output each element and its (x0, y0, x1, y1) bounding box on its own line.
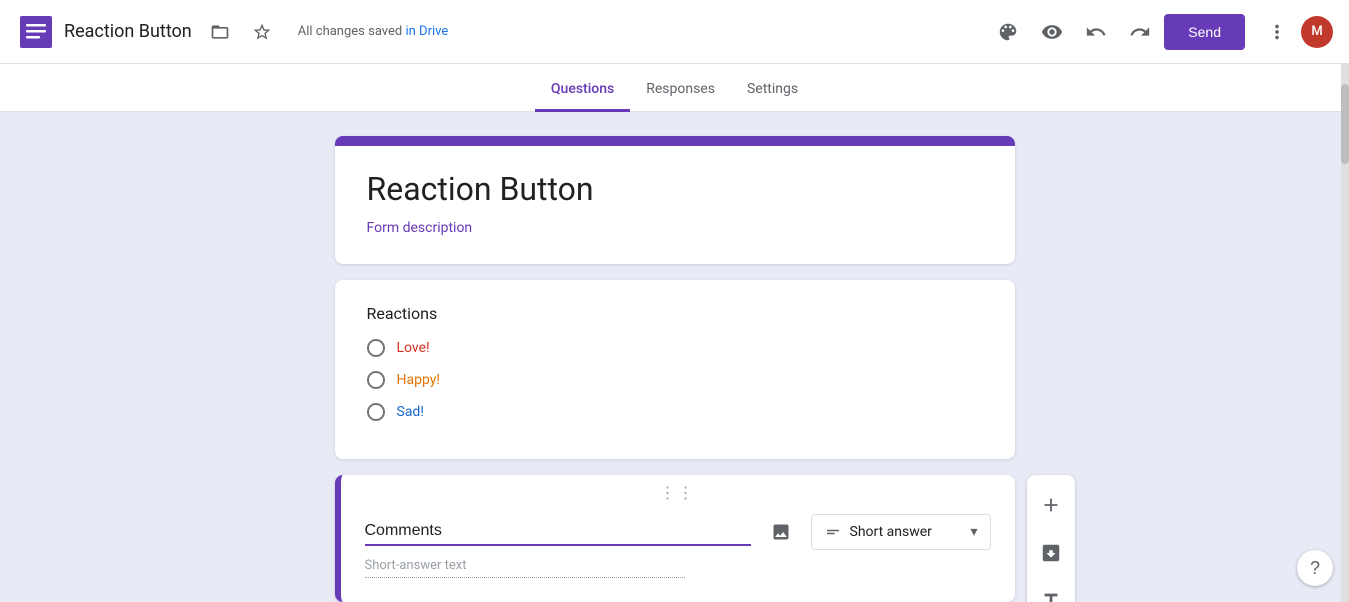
radio-happy[interactable] (367, 371, 385, 389)
scrollbar-thumb[interactable] (1341, 84, 1349, 164)
type-select-arrow-icon: ▾ (970, 524, 977, 540)
tabs-bar: Questions Responses Settings (0, 64, 1349, 112)
radio-sad[interactable] (367, 403, 385, 421)
user-avatar[interactable]: M (1301, 16, 1333, 48)
star-button[interactable] (242, 12, 282, 52)
option-happy-text: Happy! (397, 372, 440, 388)
question-input[interactable] (365, 518, 751, 546)
form-description[interactable]: Form description (367, 220, 983, 236)
scrollbar[interactable] (1341, 64, 1349, 602)
saved-status: All changes saved in Drive (298, 24, 449, 39)
comments-question-card: ⋮⋮ Short answer ▾ Short-answer text (335, 475, 1015, 602)
radio-love[interactable] (367, 339, 385, 357)
app-icon (16, 12, 56, 52)
topbar: Reaction Button All changes saved in Dri… (0, 0, 1349, 64)
add-title-button[interactable] (1027, 579, 1075, 602)
title-card: Reaction Button Form description (335, 136, 1015, 264)
option-sad-text: Sad! (397, 404, 424, 420)
option-love: Love! (367, 339, 983, 357)
type-select[interactable]: Short answer ▾ (811, 514, 991, 550)
image-upload-button[interactable] (763, 514, 799, 550)
question-row: Short answer ▾ (365, 514, 991, 550)
form-title: Reaction Button (367, 170, 983, 208)
tab-settings[interactable]: Settings (731, 81, 814, 112)
option-happy: Happy! (367, 371, 983, 389)
tab-questions[interactable]: Questions (535, 81, 630, 112)
help-button[interactable]: ? (1297, 550, 1333, 586)
right-toolbar (1027, 475, 1075, 602)
active-question-wrapper: ⋮⋮ Short answer ▾ Short-answer text (335, 475, 1015, 602)
reactions-label: Reactions (367, 304, 983, 323)
import-question-button[interactable] (1027, 531, 1075, 575)
folder-star-area (200, 12, 282, 52)
doc-title: Reaction Button (64, 21, 192, 42)
reactions-question-card: Reactions Love! Happy! Sad! (335, 280, 1015, 459)
folder-button[interactable] (200, 12, 240, 52)
tab-responses[interactable]: Responses (630, 81, 731, 112)
question-content: Short answer ▾ Short-answer text (341, 506, 1015, 602)
option-sad: Sad! (367, 403, 983, 421)
type-select-label: Short answer (850, 524, 932, 540)
send-button[interactable]: Send (1164, 14, 1245, 50)
main-content: Reaction Button Form description Reactio… (0, 112, 1349, 602)
option-love-text: Love! (397, 340, 430, 356)
preview-button[interactable] (1032, 12, 1072, 52)
undo-button[interactable] (1076, 12, 1116, 52)
more-options-button[interactable] (1257, 12, 1297, 52)
topbar-left: Reaction Button All changes saved in Dri… (16, 12, 988, 52)
palette-button[interactable] (988, 12, 1028, 52)
short-answer-preview: Short-answer text (365, 558, 685, 578)
topbar-icons: Send M (988, 12, 1333, 52)
add-question-button[interactable] (1027, 483, 1075, 527)
drag-handle[interactable]: ⋮⋮ (341, 475, 1015, 506)
redo-button[interactable] (1120, 12, 1160, 52)
